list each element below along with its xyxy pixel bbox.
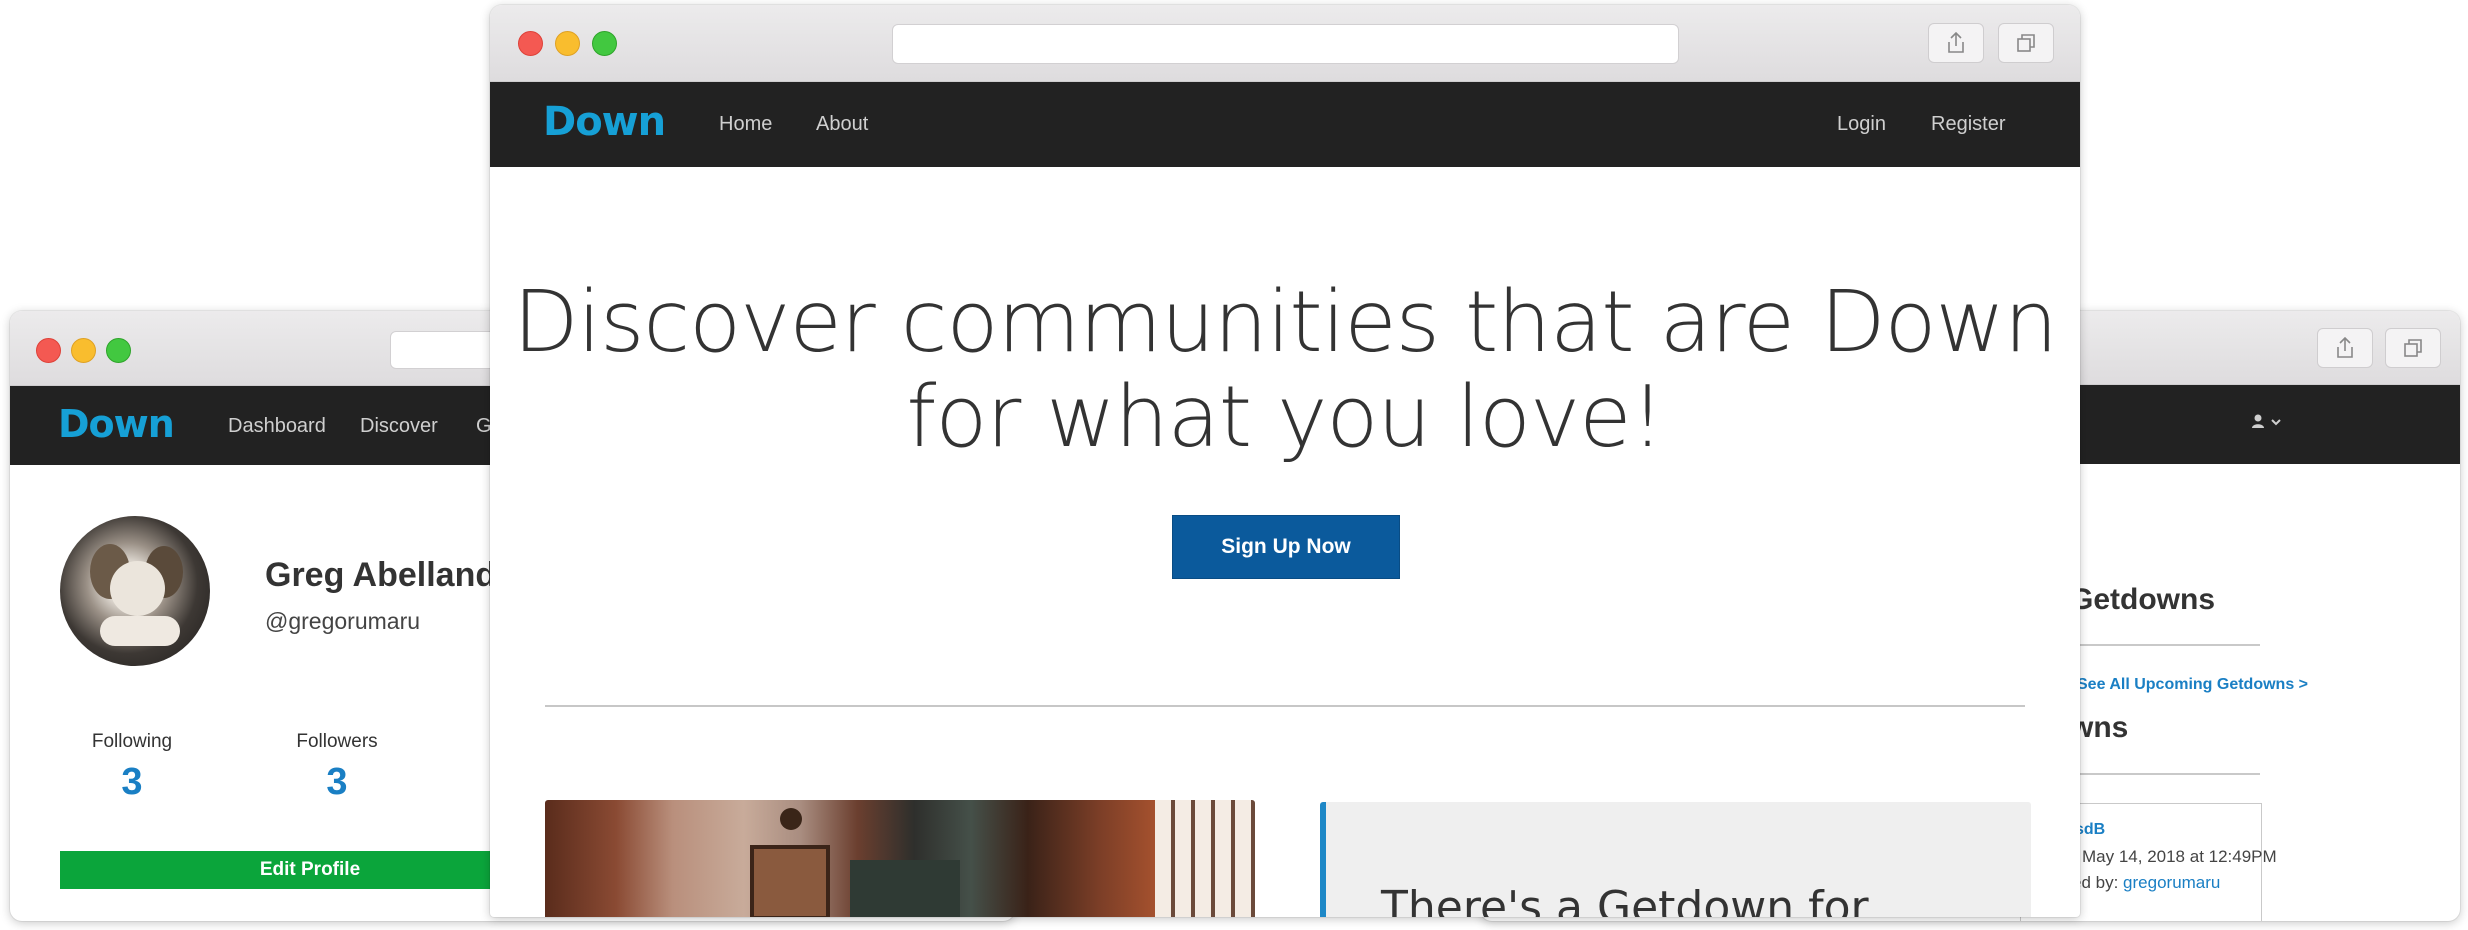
see-all-getdowns-link[interactable]: See All Upcoming Getdowns > [2077,676,2308,694]
getdown-date: May 14, 2018 at 12:49PM [2082,847,2277,866]
logo[interactable]: Down [58,402,175,446]
following-label: Following [91,731,173,752]
nav-login[interactable]: Login [1837,113,1886,136]
address-bar[interactable] [892,24,1679,64]
followers-count[interactable]: 3 [267,761,407,804]
nav-dashboard[interactable]: Dashboard [228,415,326,438]
share-icon [1948,32,1964,53]
following-count[interactable]: 3 [62,761,202,804]
landing-window: Down Home About Login Register Discover … [490,5,2080,917]
maximize-window-button[interactable] [592,31,617,56]
user-dropdown-icon [2252,414,2281,428]
section-divider [545,705,2025,707]
avatar [60,516,210,666]
tabs-button[interactable] [1998,23,2054,63]
created-by-user-link[interactable]: gregorumaru [2123,873,2220,892]
user-menu[interactable] [2252,413,2286,436]
close-window-button[interactable] [36,338,61,363]
tabs-icon [2404,339,2422,357]
maximize-window-button[interactable] [106,338,131,363]
nav-discover[interactable]: Discover [360,415,438,438]
minimize-window-button[interactable] [71,338,96,363]
tabs-icon [2017,34,2035,52]
profile-name: Greg Abelland [265,556,497,594]
feature-card: There's a Getdown for [1320,802,2031,917]
upcoming-getdowns-title: Getdowns [2070,583,2216,616]
hero-heading: Discover communities that are Down for w… [490,275,2080,465]
nav-home[interactable]: Home [719,113,772,136]
minimize-window-button[interactable] [555,31,580,56]
getdown-created-by: ed by: gregorumaru [2072,873,2220,893]
profile-handle: @gregorumaru [265,608,421,634]
nav-register[interactable]: Register [1931,113,2005,136]
share-button[interactable] [1928,23,1984,63]
community-photo [545,800,1255,917]
navbar: Down Home About Login Register [490,82,2080,167]
followers-label: Followers [296,731,378,752]
sign-up-button[interactable]: Sign Up Now [1172,515,1400,579]
edit-profile-button[interactable]: Edit Profile [60,851,560,889]
hero-line-1: Discover communities that are Down [513,273,2058,372]
window-titlebar [490,5,2080,82]
nav-about[interactable]: About [816,113,868,136]
feature-card-title: There's a Getdown for [1381,882,1869,917]
share-button[interactable] [2317,328,2373,368]
logo[interactable]: Down [543,99,666,145]
tabs-button[interactable] [2385,328,2441,368]
share-icon [2337,337,2353,358]
close-window-button[interactable] [518,31,543,56]
hero-line-2: for what you love! [906,368,1664,467]
